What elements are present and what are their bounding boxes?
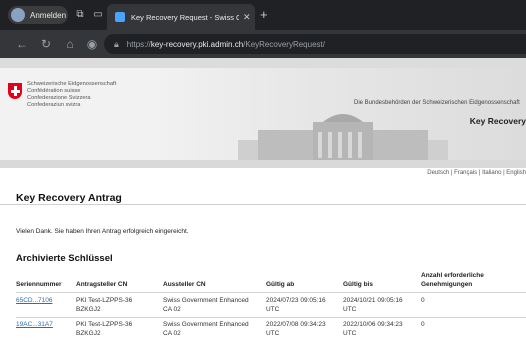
swiss-crest-icon [8,83,22,99]
column-header-issuer: Aussteller CN [163,281,206,288]
serial-cell: 65CD...7106 [16,296,53,305]
valid-from-cell: 2024/07/23 09:05:16 UTC [266,297,326,313]
tab-key-recovery[interactable]: Key Recovery Request - Swiss Go ✕ [107,4,255,30]
language-links[interactable]: Deutsch | Français | Italiano | English [427,170,526,176]
divider [0,204,526,205]
success-message: Vielen Dank. Sie haben Ihren Antrag erfo… [16,228,189,235]
serial-link[interactable]: 65CD...7106 [16,297,53,304]
approvals-cell: 0 [421,297,425,304]
avatar [11,8,25,22]
header-bottom-strip [0,160,526,168]
home-icon[interactable]: ⌂ [62,36,78,52]
browser-tab-bar: Anmelden ⧉ ▭ Key Recovery Request - Swis… [0,0,526,30]
column-header-applicant: Antragsteller CN [76,281,128,288]
close-icon[interactable]: ✕ [243,12,251,23]
tab-title: Key Recovery Request - Swiss Go [131,12,239,22]
serial-cell: 19AC...31A7 [16,320,53,329]
serial-link[interactable]: 19AC...31A7 [16,321,53,328]
government-name: Schweizerische Eidgenossenschaft Confédé… [27,81,116,109]
back-icon[interactable]: ← [14,36,30,52]
column-header-valid-from: Gültig ab [266,281,295,288]
federal-palace-image [238,114,448,162]
column-header-valid-to: Gültig bis [343,281,373,288]
gov-line-it: Confederazione Svizzera [27,95,91,101]
table-header-line [16,292,526,293]
favicon-icon [115,12,125,22]
valid-to-cell: 2024/10/21 09:05:16 UTC [343,297,403,313]
approvals-cell: 0 [421,321,425,328]
gov-line-fr: Confédération suisse [27,88,81,94]
page-title: Key Recovery Antrag [16,192,122,204]
language-bar: Deutsch | Français | Italiano | English [0,168,526,180]
lock-icon[interactable]: 🔒︎ [114,39,119,50]
browser-toolbar: ← ↻ ⌂ ◉ 🔒︎ https://key-recovery.pki.admi… [0,30,526,58]
applicant-cell: PKI Test-LZPPS-36 BZKGJ2 [76,321,133,337]
gov-line-de: Schweizerische Eidgenossenschaft [27,81,117,87]
row-divider [16,317,526,318]
new-tab-icon[interactable]: + [260,7,268,22]
section-title: Archivierte Schlüssel [16,253,113,264]
issuer-cell: Swiss Government Enhanced CA 02 [163,321,249,337]
issuer-cell: Swiss Government Enhanced CA 02 [163,297,249,313]
app-title: Key Recovery [469,116,526,126]
column-header-serial: Seriennummer [16,281,62,288]
profile-button[interactable]: Anmelden [8,6,68,24]
header-top-band [0,58,526,68]
profile-label: Anmelden [30,10,67,20]
gov-line-rm: Confederaziun svizra [27,102,81,108]
site-header: Schweizerische Eidgenossenschaft Confédé… [0,68,526,162]
url-text[interactable]: https://key-recovery.pki.admin.ch/KeyRec… [127,40,325,49]
column-header-approvals: Anzahl erforderliche Genehmigungen [421,272,484,288]
tab-actions-icon[interactable]: ▭ [91,8,105,22]
authorities-text: Die Bundesbehörden der Schweizerischen E… [354,100,520,106]
site-icon[interactable]: ◉ [84,36,100,52]
valid-from-cell: 2022/07/08 09:34:23 UTC [266,321,326,337]
address-bar[interactable]: 🔒︎ https://key-recovery.pki.admin.ch/Key… [104,34,526,54]
applicant-cell: PKI Test-LZPPS-36 BZKGJ2 [76,297,133,313]
reload-icon[interactable]: ↻ [38,36,54,52]
valid-to-cell: 2022/10/06 09:34:23 UTC [343,321,403,337]
collections-icon[interactable]: ⧉ [73,8,87,22]
